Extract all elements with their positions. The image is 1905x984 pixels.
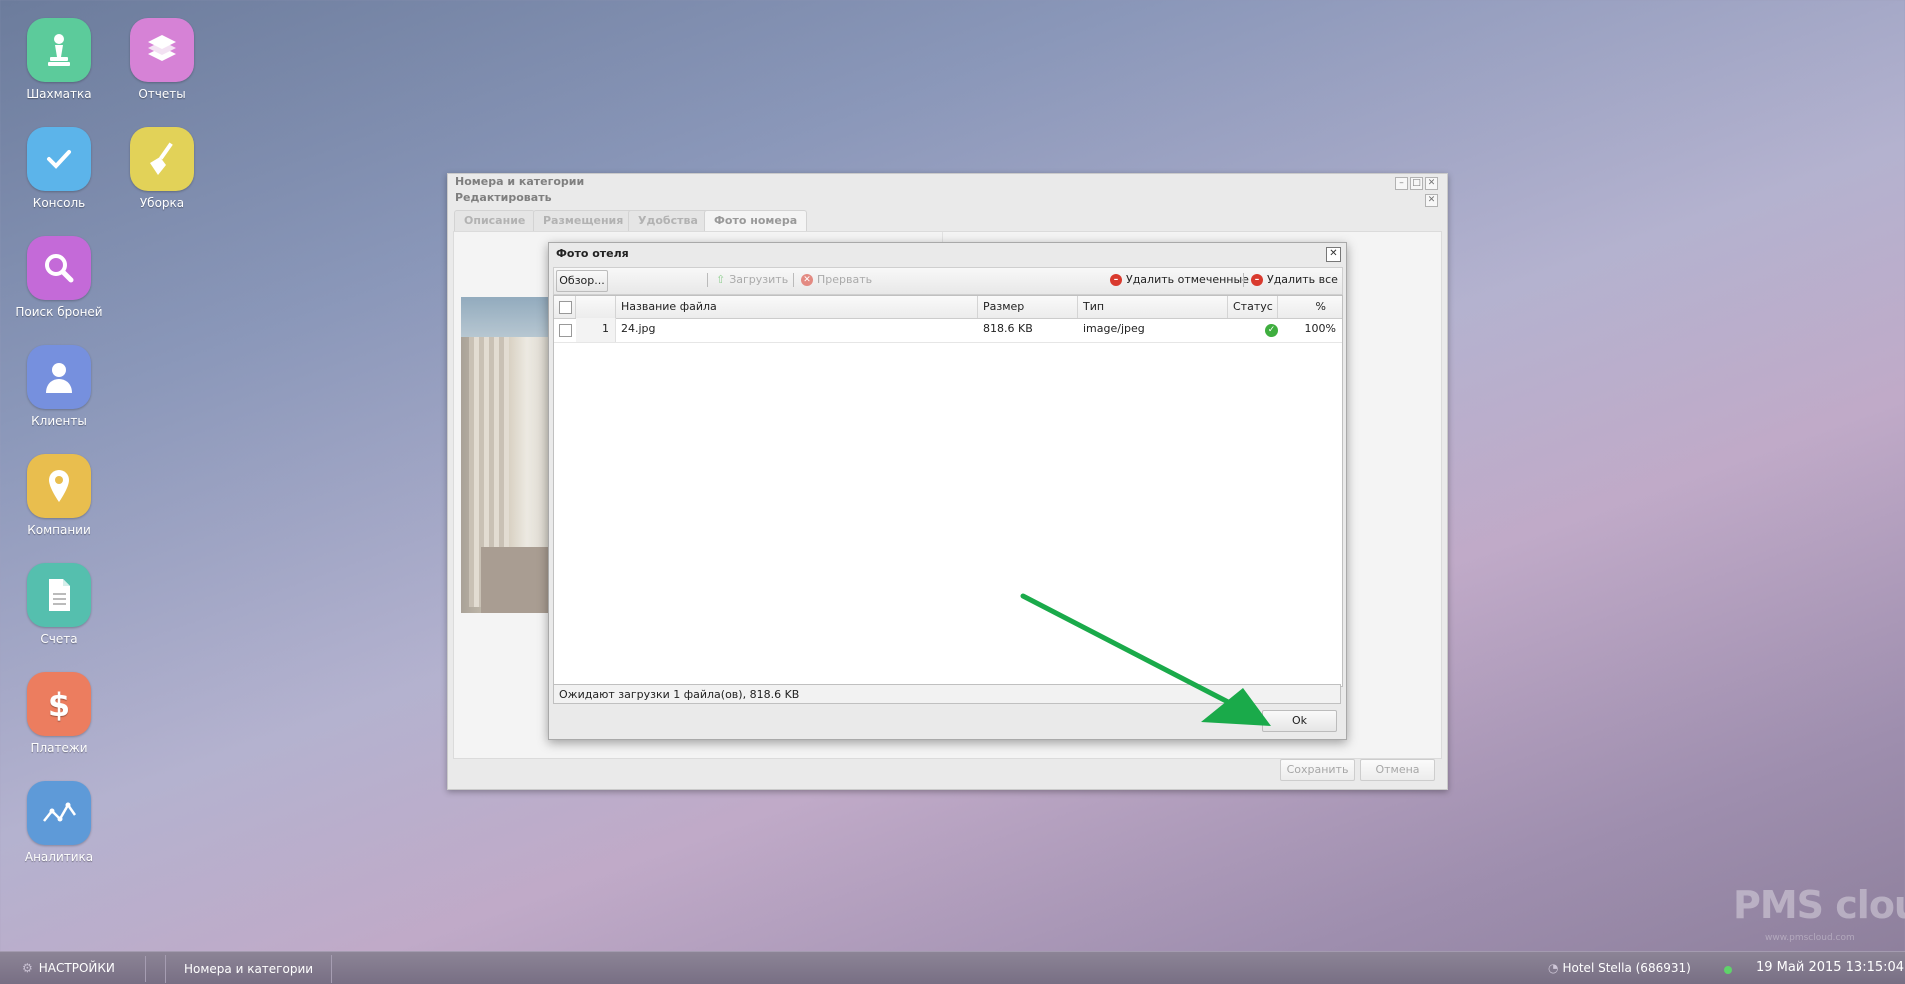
desktop-icon-invoices[interactable]: Счета [9,563,109,646]
abort-button[interactable]: ✕ Прервать [801,270,872,290]
online-status-dot [1724,966,1732,974]
row-percent: 100% [1304,322,1336,335]
desktop-icon-label: Аналитика [24,850,94,864]
pointer-arrow [1020,593,1271,726]
check-icon [27,127,91,191]
document-icon [27,563,91,627]
dialog-close-button[interactable]: ✕ [1326,247,1341,262]
location-pin-icon [27,454,91,518]
desktop-icon-clients[interactable]: Клиенты [9,345,109,428]
header-size[interactable]: Размер [978,296,1078,318]
svg-text:$: $ [48,686,70,724]
row-checkbox[interactable] [559,323,572,337]
toolbar-separator [1243,273,1244,287]
stack-icon [130,18,194,82]
select-all-checkbox[interactable] [559,300,572,314]
settings-label: НАСТРОЙКИ [38,961,115,975]
user-icon [27,345,91,409]
upload-button[interactable]: ⇧ Загрузить [716,270,788,290]
desktop-icon-reports[interactable]: Отчеты [112,18,212,101]
datetime: 19 Май 2015 13:15:04 [1756,960,1905,975]
desktop-icon-booking-search[interactable]: Поиск броней [9,236,109,319]
row-filename: 24.jpg [621,322,656,335]
search-icon [27,236,91,300]
row-num: 1 [576,318,616,342]
minus-circle-icon: – [1251,274,1263,286]
toolbar-separator [707,273,708,287]
row-size: 818.6 KB [983,322,1033,335]
chess-pawn-icon [27,18,91,82]
toolbar-separator [793,273,794,287]
header-checkbox-cell [554,296,576,318]
desktop-icon-payments[interactable]: $ Платежи [9,672,109,755]
header-percent[interactable]: % [1278,296,1342,318]
dialog-title: Фото отеля [556,247,629,260]
header-num [576,296,616,318]
delete-checked-label: Удалить отмеченные [1126,273,1249,286]
delete-all-label: Удалить все [1267,273,1338,286]
browse-button[interactable]: Обзор... [556,270,608,292]
brand-watermark-url: www.pmscloud.com [1765,933,1855,943]
desktop-icon-label: Уборка [139,196,185,210]
desktop-icon-label: Поиск броней [15,305,103,319]
header-type[interactable]: Тип [1078,296,1228,318]
desktop-icon-label: Платежи [30,741,88,755]
grid-header: Название файла Размер Тип Статус % [554,296,1342,319]
header-status[interactable]: Статус [1228,296,1278,318]
header-filename[interactable]: Название файла [616,296,978,318]
upload-label: Загрузить [729,273,789,286]
row-checkbox-cell [559,319,572,341]
taskbar: ⚙ НАСТРОЙКИ Номера и категории ◔ Hotel Ste… [0,951,1905,984]
delete-all-button[interactable]: – Удалить все [1251,270,1338,290]
desktop-icon-label: Счета [40,632,78,646]
desktop-icon-label: Компании [27,523,91,537]
row-type: image/jpeg [1083,322,1145,335]
chart-icon [27,781,91,845]
abort-label: Прервать [817,273,873,286]
table-row[interactable]: 1 24.jpg 818.6 KB image/jpeg ✓ 100% [554,318,1342,343]
broom-icon [130,127,194,191]
desktop-icon-label: Шахматка [26,87,92,101]
dollar-icon: $ [27,672,91,736]
upload-arrow-icon: ⇧ [716,273,726,286]
desktop-icon-analytics[interactable]: Аналитика [9,781,109,864]
brand-watermark: PMS cloud [1733,883,1905,927]
hotel-selector[interactable]: ◔ Hotel Stella (686931) [1548,952,1691,984]
desktop-icon-shakhmatka[interactable]: Шахматка [9,18,109,101]
gear-icon: ⚙ [22,961,33,975]
desktop-icon-console[interactable]: Консоль [9,127,109,210]
desktop-icon-companies[interactable]: Компании [9,454,109,537]
minus-circle-icon: – [1110,274,1122,286]
delete-checked-button[interactable]: – Удалить отмеченные [1110,270,1249,290]
desktop-icon-label: Клиенты [31,414,87,428]
status-ok-icon: ✓ [1265,324,1278,337]
desktop-icon-label: Отчеты [138,87,186,101]
hotel-icon: ◔ [1548,961,1559,975]
taskbar-separator [145,956,146,982]
desktop-icon-label: Консоль [32,196,86,210]
hotel-name: Hotel Stella (686931) [1562,961,1691,975]
abort-icon: ✕ [801,274,813,286]
taskbar-window-button[interactable]: Номера и категории [165,955,333,983]
settings-button[interactable]: ⚙ НАСТРОЙКИ [22,952,115,984]
desktop-icon-cleaning[interactable]: Уборка [112,127,212,210]
